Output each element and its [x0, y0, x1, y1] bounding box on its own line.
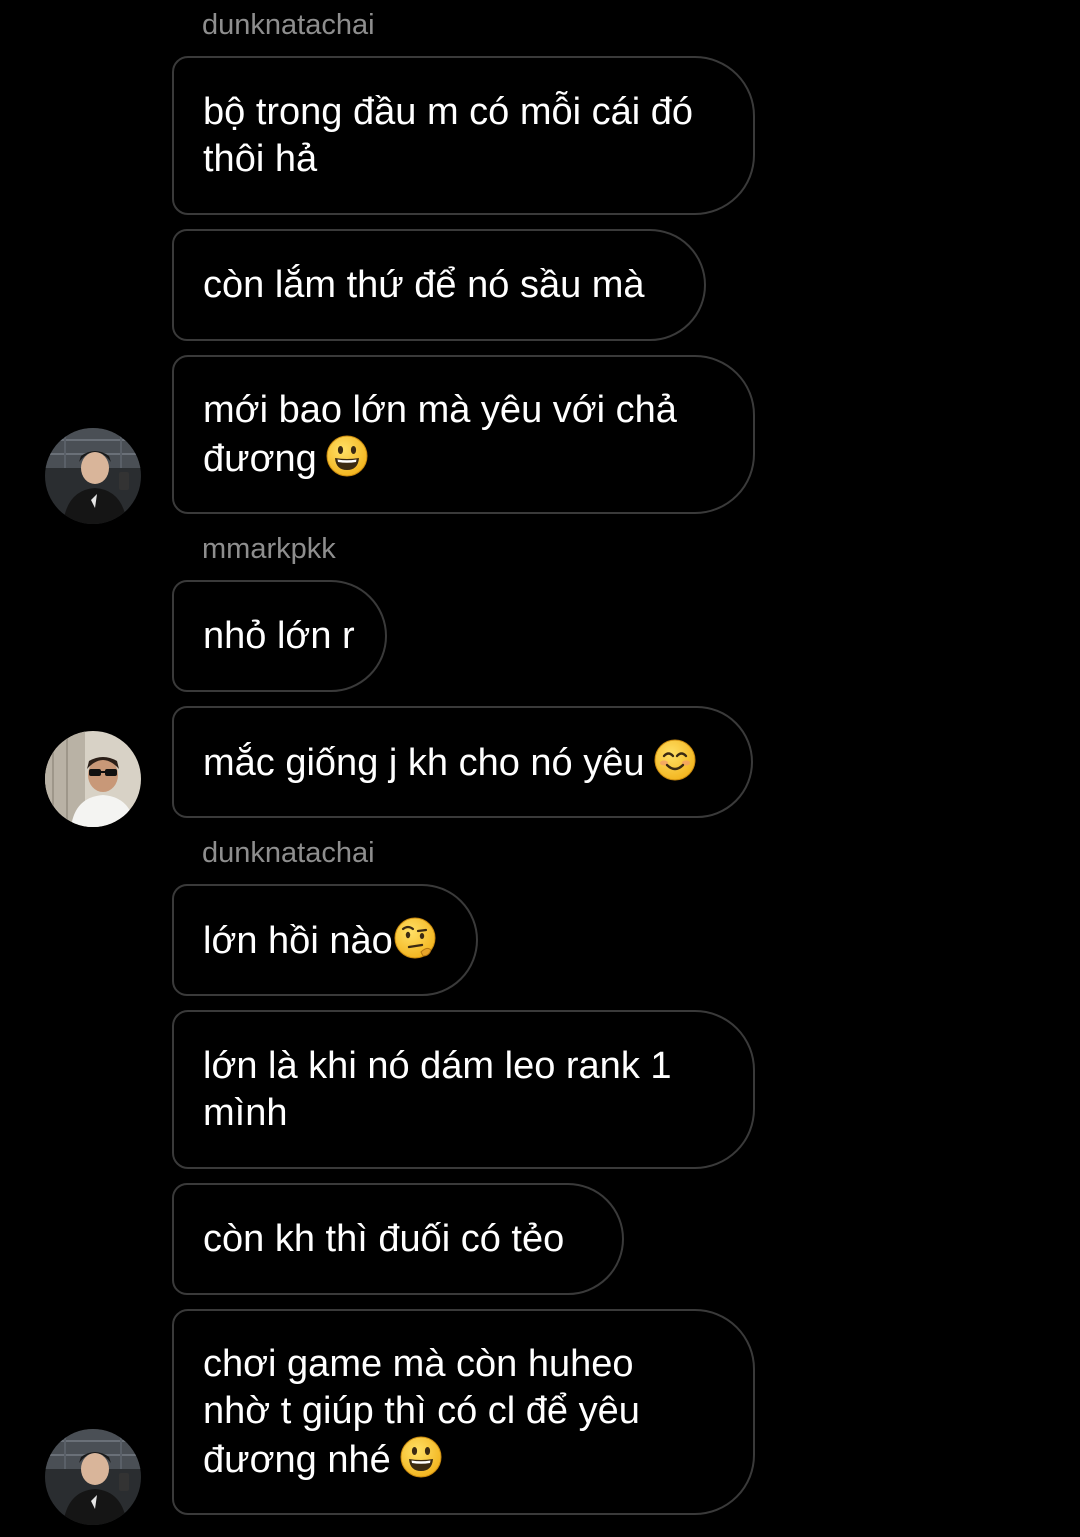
- message-bubble[interactable]: còn lắm thứ để nó sầu mà: [172, 229, 706, 341]
- message-bubble[interactable]: nhỏ lớn r: [172, 580, 387, 692]
- sender-name: mmarkpkk: [202, 533, 336, 565]
- avatar[interactable]: [45, 731, 141, 827]
- message-text: mới bao lớn mà yêu với chả đương: [203, 387, 677, 483]
- message-bubble[interactable]: mới bao lớn mà yêu với chả đương: [172, 355, 755, 514]
- message-bubble[interactable]: lớn hồi nào: [172, 884, 478, 996]
- face-with-raised-eyebrow-icon: [394, 917, 436, 958]
- message-bubble[interactable]: bộ trong đầu m có mỗi cái đó thôi hả: [172, 56, 755, 215]
- avatar-photo-icon: [45, 731, 141, 827]
- avatar[interactable]: [45, 428, 141, 524]
- message-text-content: mắc giống j kh cho nó yêu: [203, 741, 645, 784]
- avatar-photo-icon: [45, 428, 141, 524]
- smiling-face-with-smiling-eyes-icon: [654, 739, 695, 780]
- message-bubble[interactable]: chơi game mà còn huheo nhờ t giúp thì có…: [172, 1309, 755, 1515]
- message-text: bộ trong đầu m có mỗi cái đó thôi hả: [203, 90, 694, 180]
- sender-name: dunknatachai: [202, 837, 375, 869]
- message-text: mắc giống j kh cho nó yêu: [203, 738, 697, 787]
- message-text: chơi game mà còn huheo nhờ t giúp thì có…: [203, 1341, 640, 1484]
- message-text: lớn là khi nó dám leo rank 1 mình: [203, 1044, 672, 1134]
- message-text-content: lớn hồi nào: [203, 919, 393, 962]
- message-text: lớn hồi nào: [203, 916, 437, 965]
- message-text-content: mới bao lớn mà yêu với chả đương: [203, 388, 677, 480]
- avatar-photo-icon: [45, 1429, 141, 1525]
- message-text: còn kh thì đuối có tẻo: [203, 1217, 565, 1260]
- message-bubble[interactable]: lớn là khi nó dám leo rank 1 mình: [172, 1010, 755, 1169]
- message-text: còn lắm thứ để nó sầu mà: [203, 263, 645, 306]
- message-bubble[interactable]: mắc giống j kh cho nó yêu: [172, 706, 753, 818]
- avatar[interactable]: [45, 1429, 141, 1525]
- sender-name: dunknatachai: [202, 9, 375, 41]
- chat-thread: dunknatachai bộ trong đầu m có mỗi cái đ…: [0, 0, 1080, 1537]
- message-bubble[interactable]: còn kh thì đuối có tẻo: [172, 1183, 624, 1295]
- grinning-face-icon: [400, 1436, 442, 1477]
- message-text: nhỏ lớn r: [203, 614, 355, 657]
- grinning-face-icon: [326, 435, 368, 476]
